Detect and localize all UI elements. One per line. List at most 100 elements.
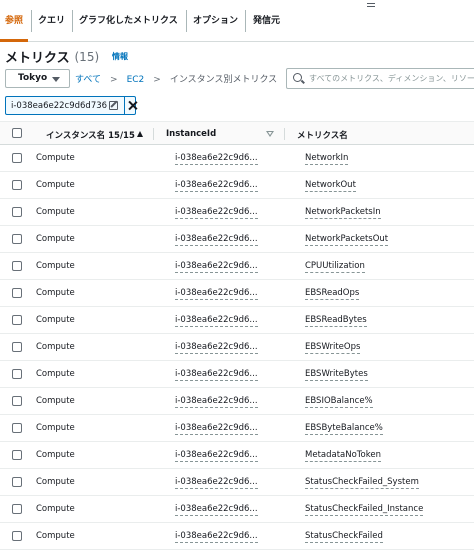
instance-id-cell[interactable]: i-038ea6e22c9d6... — [175, 207, 258, 219]
table-row: Compute i-038ea6e22c9d6... NetworkPacket… — [0, 199, 474, 226]
metric-name-cell[interactable]: EBSWriteOps — [305, 342, 361, 354]
row-checkbox[interactable] — [12, 234, 22, 244]
select-all-checkbox[interactable] — [12, 128, 22, 138]
instance-name-cell: Compute — [36, 261, 75, 271]
row-checkbox[interactable] — [12, 477, 22, 487]
instance-name-cell: Compute — [36, 315, 75, 325]
column-header-instance-name[interactable]: インスタンス名 15/15 — [46, 129, 135, 141]
tab-options[interactable]: オプション — [193, 0, 238, 42]
metric-name-cell[interactable]: EBSByteBalance% — [305, 423, 383, 435]
metric-name-cell[interactable]: NetworkPacketsOut — [305, 234, 389, 246]
instance-id-cell[interactable]: i-038ea6e22c9d6... — [175, 153, 258, 165]
tab-divider — [31, 10, 32, 32]
row-checkbox[interactable] — [12, 180, 22, 190]
metric-count: (15) — [74, 49, 100, 64]
breadcrumb-ec2[interactable]: EC2 — [127, 75, 145, 85]
table-row: Compute i-038ea6e22c9d6... EBSReadBytes — [0, 307, 474, 334]
table-header: インスタンス名 15/15 InstanceId メトリクス名 — [0, 121, 474, 145]
breadcrumb: すべて > EC2 > インスタンス別メトリクス — [75, 72, 277, 85]
tab-source[interactable]: 発信元 — [253, 0, 280, 42]
column-header-metric-name[interactable]: メトリクス名 — [297, 129, 348, 141]
row-checkbox[interactable] — [12, 153, 22, 163]
search-input[interactable] — [309, 71, 474, 86]
metric-name-cell[interactable]: StatusCheckFailed — [305, 531, 383, 543]
row-checkbox[interactable] — [12, 531, 22, 541]
caret-down-icon — [52, 77, 60, 82]
row-checkbox[interactable] — [12, 369, 22, 379]
instance-id-cell[interactable]: i-038ea6e22c9d6... — [175, 423, 258, 435]
breadcrumb-all[interactable]: すべて — [75, 75, 101, 85]
instance-id-cell[interactable]: i-038ea6e22c9d6... — [175, 396, 258, 408]
row-checkbox[interactable] — [12, 396, 22, 406]
row-checkbox[interactable] — [12, 450, 22, 460]
region-value: Tokyo — [18, 73, 48, 83]
instance-name-cell: Compute — [36, 450, 75, 460]
row-checkbox[interactable] — [12, 315, 22, 325]
table-row: Compute i-038ea6e22c9d6... NetworkOut — [0, 172, 474, 199]
row-checkbox[interactable] — [12, 261, 22, 271]
table-row: Compute i-038ea6e22c9d6... EBSByteBalanc… — [0, 415, 474, 442]
metric-name-cell[interactable]: EBSReadBytes — [305, 315, 367, 327]
region-select[interactable]: Tokyo — [5, 69, 70, 88]
active-tab-indicator — [0, 39, 28, 42]
row-checkbox[interactable] — [12, 423, 22, 433]
tab-query[interactable]: クエリ — [38, 0, 65, 42]
page-title: メトリクス — [5, 51, 70, 66]
instance-id-cell[interactable]: i-038ea6e22c9d6... — [175, 180, 258, 192]
filter-token: i-038ea6e22c9d6d736 — [5, 96, 136, 115]
table-row: Compute i-038ea6e22c9d6... CPUUtilizatio… — [0, 253, 474, 280]
tab-divider — [186, 10, 187, 32]
tab-browse[interactable]: 参照 — [5, 0, 23, 42]
close-icon[interactable] — [128, 100, 137, 111]
instance-id-cell[interactable]: i-038ea6e22c9d6... — [175, 450, 258, 462]
instance-id-cell[interactable]: i-038ea6e22c9d6... — [175, 342, 258, 354]
instance-name-cell: Compute — [36, 369, 75, 379]
row-checkbox[interactable] — [12, 342, 22, 352]
column-header-instance-id[interactable]: InstanceId — [166, 129, 216, 139]
instance-id-cell[interactable]: i-038ea6e22c9d6... — [175, 531, 258, 543]
metric-name-cell[interactable]: StatusCheckFailed_Instance — [305, 504, 424, 516]
instance-id-cell[interactable]: i-038ea6e22c9d6... — [175, 234, 258, 246]
edit-icon[interactable] — [109, 101, 118, 110]
resize-handle-icon[interactable] — [367, 3, 375, 9]
table-row: Compute i-038ea6e22c9d6... EBSReadOps — [0, 280, 474, 307]
metric-name-cell[interactable]: EBSWriteBytes — [305, 369, 368, 381]
token-divider — [124, 97, 125, 114]
metric-name-cell[interactable]: NetworkPacketsIn — [305, 207, 381, 219]
row-checkbox[interactable] — [12, 207, 22, 217]
page-header: メトリクス (15) 情報 — [5, 47, 128, 67]
instance-id-cell[interactable]: i-038ea6e22c9d6... — [175, 504, 258, 516]
instance-name-cell: Compute — [36, 423, 75, 433]
column-divider — [153, 128, 154, 140]
metric-name-cell[interactable]: MetadataNoToken — [305, 450, 381, 462]
instance-name-cell: Compute — [36, 531, 75, 541]
chevron-right-icon: > — [153, 75, 161, 85]
search-icon — [293, 73, 302, 82]
metric-name-cell[interactable]: EBSIOBalance% — [305, 396, 373, 408]
table-row: Compute i-038ea6e22c9d6... NetworkPacket… — [0, 226, 474, 253]
instance-name-cell: Compute — [36, 207, 75, 217]
metric-name-cell[interactable]: CPUUtilization — [305, 261, 365, 273]
metric-name-cell[interactable]: StatusCheckFailed_System — [305, 477, 419, 489]
search-box[interactable] — [286, 68, 474, 89]
instance-id-cell[interactable]: i-038ea6e22c9d6... — [175, 315, 258, 327]
metric-name-cell[interactable]: NetworkOut — [305, 180, 356, 192]
instance-name-cell: Compute — [36, 342, 75, 352]
instance-id-cell[interactable]: i-038ea6e22c9d6... — [175, 369, 258, 381]
metric-name-cell[interactable]: NetworkIn — [305, 153, 349, 165]
chevron-right-icon: > — [110, 75, 118, 85]
instance-name-cell: Compute — [36, 504, 75, 514]
instance-name-cell: Compute — [36, 288, 75, 298]
sort-ascending-icon[interactable] — [137, 131, 143, 137]
info-link[interactable]: 情報 — [112, 52, 128, 61]
row-checkbox[interactable] — [12, 504, 22, 514]
instance-id-cell[interactable]: i-038ea6e22c9d6... — [175, 288, 258, 300]
instance-id-cell[interactable]: i-038ea6e22c9d6... — [175, 477, 258, 489]
tab-bar: 参照 クエリ グラフ化したメトリクス オプション 発信元 — [0, 0, 474, 42]
tab-graphed-metrics[interactable]: グラフ化したメトリクス — [79, 0, 178, 42]
sort-icon[interactable] — [266, 131, 274, 137]
metric-name-cell[interactable]: EBSReadOps — [305, 288, 360, 300]
table-row: Compute i-038ea6e22c9d6... MetadataNoTok… — [0, 442, 474, 469]
row-checkbox[interactable] — [12, 288, 22, 298]
instance-id-cell[interactable]: i-038ea6e22c9d6... — [175, 261, 258, 273]
